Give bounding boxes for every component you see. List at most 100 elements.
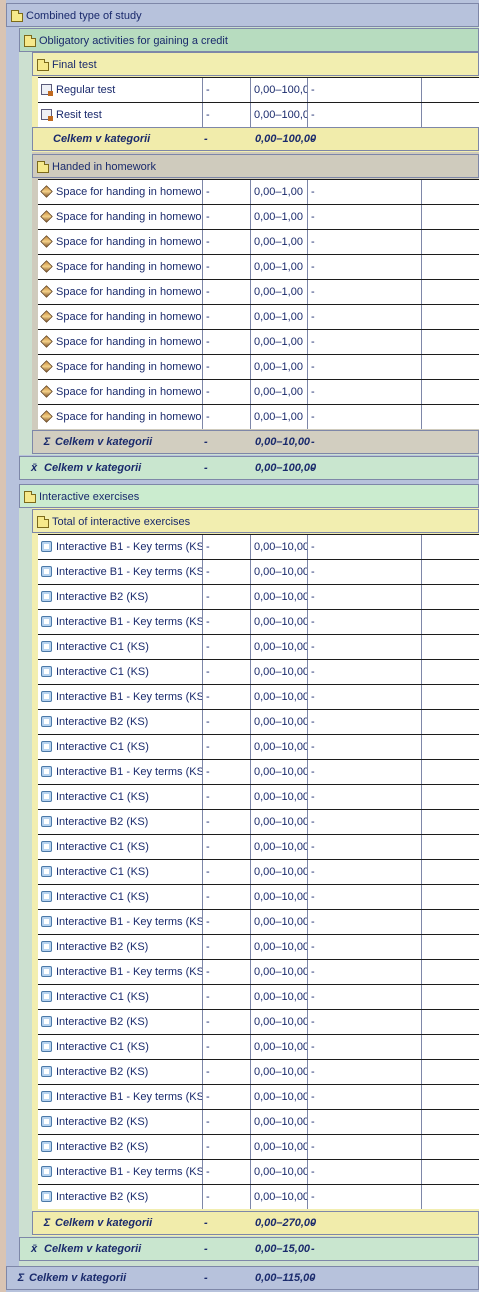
activity-name-cell[interactable]: Interactive B2 (KS) <box>38 1110 203 1134</box>
activity-name-cell[interactable]: Interactive C1 (KS) <box>38 785 203 809</box>
activity-name-cell[interactable]: Interactive B2 (KS) <box>38 1185 203 1209</box>
category-header-total-interactive[interactable]: Total of interactive exercises <box>32 509 479 533</box>
range-cell: 0,00–10,00 <box>252 760 308 784</box>
activity-name-cell[interactable]: Space for handing in homework <box>38 405 203 429</box>
category-header-obligatory[interactable]: Obligatory activities for gaining a cred… <box>19 28 479 52</box>
activity-name-cell[interactable]: Interactive C1 (KS) <box>38 985 203 1009</box>
activity-link[interactable]: Space for handing in homework <box>56 211 202 223</box>
activity-link[interactable]: Interactive B2 (KS) <box>56 1066 148 1078</box>
activity-link[interactable]: Space for handing in homework <box>56 186 202 198</box>
activity-name-cell[interactable]: Interactive B1 - Key terms (KS) <box>38 760 203 784</box>
activity-name-cell[interactable]: Interactive B2 (KS) <box>38 935 203 959</box>
category-header-combined-study[interactable]: Combined type of study <box>6 3 479 27</box>
activity-name-cell[interactable]: Interactive B1 - Key terms (KS) <box>38 560 203 584</box>
activity-link[interactable]: Interactive B1 - Key terms (KS) <box>56 616 202 628</box>
activity-link[interactable]: Interactive B1 - Key terms (KS) <box>56 766 202 778</box>
grade-cell: - <box>309 760 422 784</box>
activity-name-cell[interactable]: Interactive B2 (KS) <box>38 1060 203 1084</box>
summary-total-interactive: Σ Celkem v kategorii - 0,00–270,00 - <box>32 1211 479 1235</box>
activity-name-cell[interactable]: Interactive B1 - Key terms (KS) <box>38 960 203 984</box>
activity-link[interactable]: Interactive C1 (KS) <box>56 866 149 878</box>
activity-link[interactable]: Interactive B2 (KS) <box>56 1016 148 1028</box>
activity-link[interactable]: Interactive B1 - Key terms (KS) <box>56 916 202 928</box>
activity-link[interactable]: Interactive B2 (KS) <box>56 1141 148 1153</box>
activity-link[interactable]: Space for handing in homework <box>56 286 202 298</box>
homework-icon <box>40 209 53 223</box>
activity-link[interactable]: Interactive C1 (KS) <box>56 666 149 678</box>
activity-link[interactable]: Interactive B1 - Key terms (KS) <box>56 541 202 553</box>
activity-link[interactable]: Interactive B2 (KS) <box>56 591 148 603</box>
activity-link[interactable]: Space for handing in homework <box>56 411 202 423</box>
activity-link[interactable]: Space for handing in homework <box>56 261 202 273</box>
activity-name-cell[interactable]: Space for handing in homework <box>38 205 203 229</box>
grade-cell: - <box>309 380 422 404</box>
activity-name-cell[interactable]: Interactive C1 (KS) <box>38 735 203 759</box>
feedback-cell <box>423 103 479 127</box>
activity-link[interactable]: Interactive B1 - Key terms (KS) <box>56 566 202 578</box>
activity-name-cell[interactable]: Space for handing in homework <box>38 280 203 304</box>
activity-name-cell[interactable]: Interactive C1 (KS) <box>38 1035 203 1059</box>
range-cell: 0,00–10,00 <box>252 660 308 684</box>
activity-name-cell[interactable]: Interactive B2 (KS) <box>38 1135 203 1159</box>
activity-link[interactable]: Space for handing in homework <box>56 236 202 248</box>
activity-link[interactable]: Interactive B1 - Key terms (KS) <box>56 966 202 978</box>
activity-link[interactable]: Resit test <box>56 109 102 121</box>
activity-link[interactable]: Space for handing in homework <box>56 311 202 323</box>
activity-name-cell[interactable]: Interactive C1 (KS) <box>38 660 203 684</box>
activity-link[interactable]: Interactive C1 (KS) <box>56 891 149 903</box>
category-title: Interactive exercises <box>39 491 140 504</box>
activity-name-cell[interactable]: Interactive B1 - Key terms (KS) <box>38 685 203 709</box>
summary-c2: - <box>204 1217 208 1229</box>
activity-link[interactable]: Interactive B2 (KS) <box>56 816 148 828</box>
activity-name-cell[interactable]: Interactive C1 (KS) <box>38 835 203 859</box>
activity-name-cell[interactable]: Space for handing in homework <box>38 330 203 354</box>
activity-link[interactable]: Regular test <box>56 84 115 96</box>
activity-link[interactable]: Interactive C1 (KS) <box>56 641 149 653</box>
activity-name-cell[interactable]: Space for handing in homework <box>38 305 203 329</box>
activity-link[interactable]: Interactive C1 (KS) <box>56 1041 149 1053</box>
activity-name-cell[interactable]: Resit test <box>38 103 203 127</box>
activity-name-cell[interactable]: Space for handing in homework <box>38 255 203 279</box>
activity-link[interactable]: Interactive B2 (KS) <box>56 941 148 953</box>
activity-link[interactable]: Interactive C1 (KS) <box>56 791 149 803</box>
activity-name-cell[interactable]: Interactive B2 (KS) <box>38 810 203 834</box>
activity-name-cell[interactable]: Interactive B1 - Key terms (KS) <box>38 1160 203 1184</box>
activity-link[interactable]: Space for handing in homework <box>56 386 202 398</box>
activity-name-cell[interactable]: Interactive C1 (KS) <box>38 635 203 659</box>
activity-name-cell[interactable]: Interactive B1 - Key terms (KS) <box>38 910 203 934</box>
grade-cell: - <box>309 78 422 102</box>
activity-name-cell[interactable]: Interactive B2 (KS) <box>38 1010 203 1034</box>
activity-link[interactable]: Interactive B1 - Key terms (KS) <box>56 1166 202 1178</box>
weight-cell: - <box>203 610 251 634</box>
activity-name-cell[interactable]: Space for handing in homework <box>38 380 203 404</box>
activity-link[interactable]: Interactive B1 - Key terms (KS) <box>56 691 202 703</box>
activity-name-cell[interactable]: Regular test <box>38 78 203 102</box>
activity-name-cell[interactable]: Interactive C1 (KS) <box>38 860 203 884</box>
activity-link[interactable]: Space for handing in homework <box>56 336 202 348</box>
activity-name-cell[interactable]: Interactive C1 (KS) <box>38 885 203 909</box>
activity-link[interactable]: Interactive C1 (KS) <box>56 841 149 853</box>
grade-cell: - <box>309 1010 422 1034</box>
activity-name-cell[interactable]: Interactive B2 (KS) <box>38 710 203 734</box>
activity-link[interactable]: Interactive B2 (KS) <box>56 716 148 728</box>
range-cell: 0,00–10,00 <box>252 785 308 809</box>
activity-name-cell[interactable]: Interactive B1 - Key terms (KS) <box>38 535 203 559</box>
category-header-interactive[interactable]: Interactive exercises <box>19 484 479 508</box>
activity-link[interactable]: Space for handing in homework <box>56 361 202 373</box>
activity-link[interactable]: Interactive B1 - Key terms (KS) <box>56 1091 202 1103</box>
activity-link[interactable]: Interactive C1 (KS) <box>56 741 149 753</box>
activity-name-cell[interactable]: Interactive B1 - Key terms (KS) <box>38 1085 203 1109</box>
activity-name-cell[interactable]: Space for handing in homework <box>38 355 203 379</box>
activity-name-cell[interactable]: Space for handing in homework <box>38 230 203 254</box>
activity-link[interactable]: Interactive B2 (KS) <box>56 1191 148 1203</box>
activity-name-cell[interactable]: Space for handing in homework <box>38 180 203 204</box>
activity-link[interactable]: Interactive C1 (KS) <box>56 991 149 1003</box>
activity-link[interactable]: Interactive B2 (KS) <box>56 1116 148 1128</box>
grade-cell: - <box>309 205 422 229</box>
range-cell: 0,00–10,00 <box>252 910 308 934</box>
category-header-final-test[interactable]: Final test <box>32 52 479 76</box>
activity-name-cell[interactable]: Interactive B2 (KS) <box>38 585 203 609</box>
category-header-homework[interactable]: Handed in homework <box>32 154 479 178</box>
activity-name-cell[interactable]: Interactive B1 - Key terms (KS) <box>38 610 203 634</box>
feedback-cell <box>423 405 479 429</box>
